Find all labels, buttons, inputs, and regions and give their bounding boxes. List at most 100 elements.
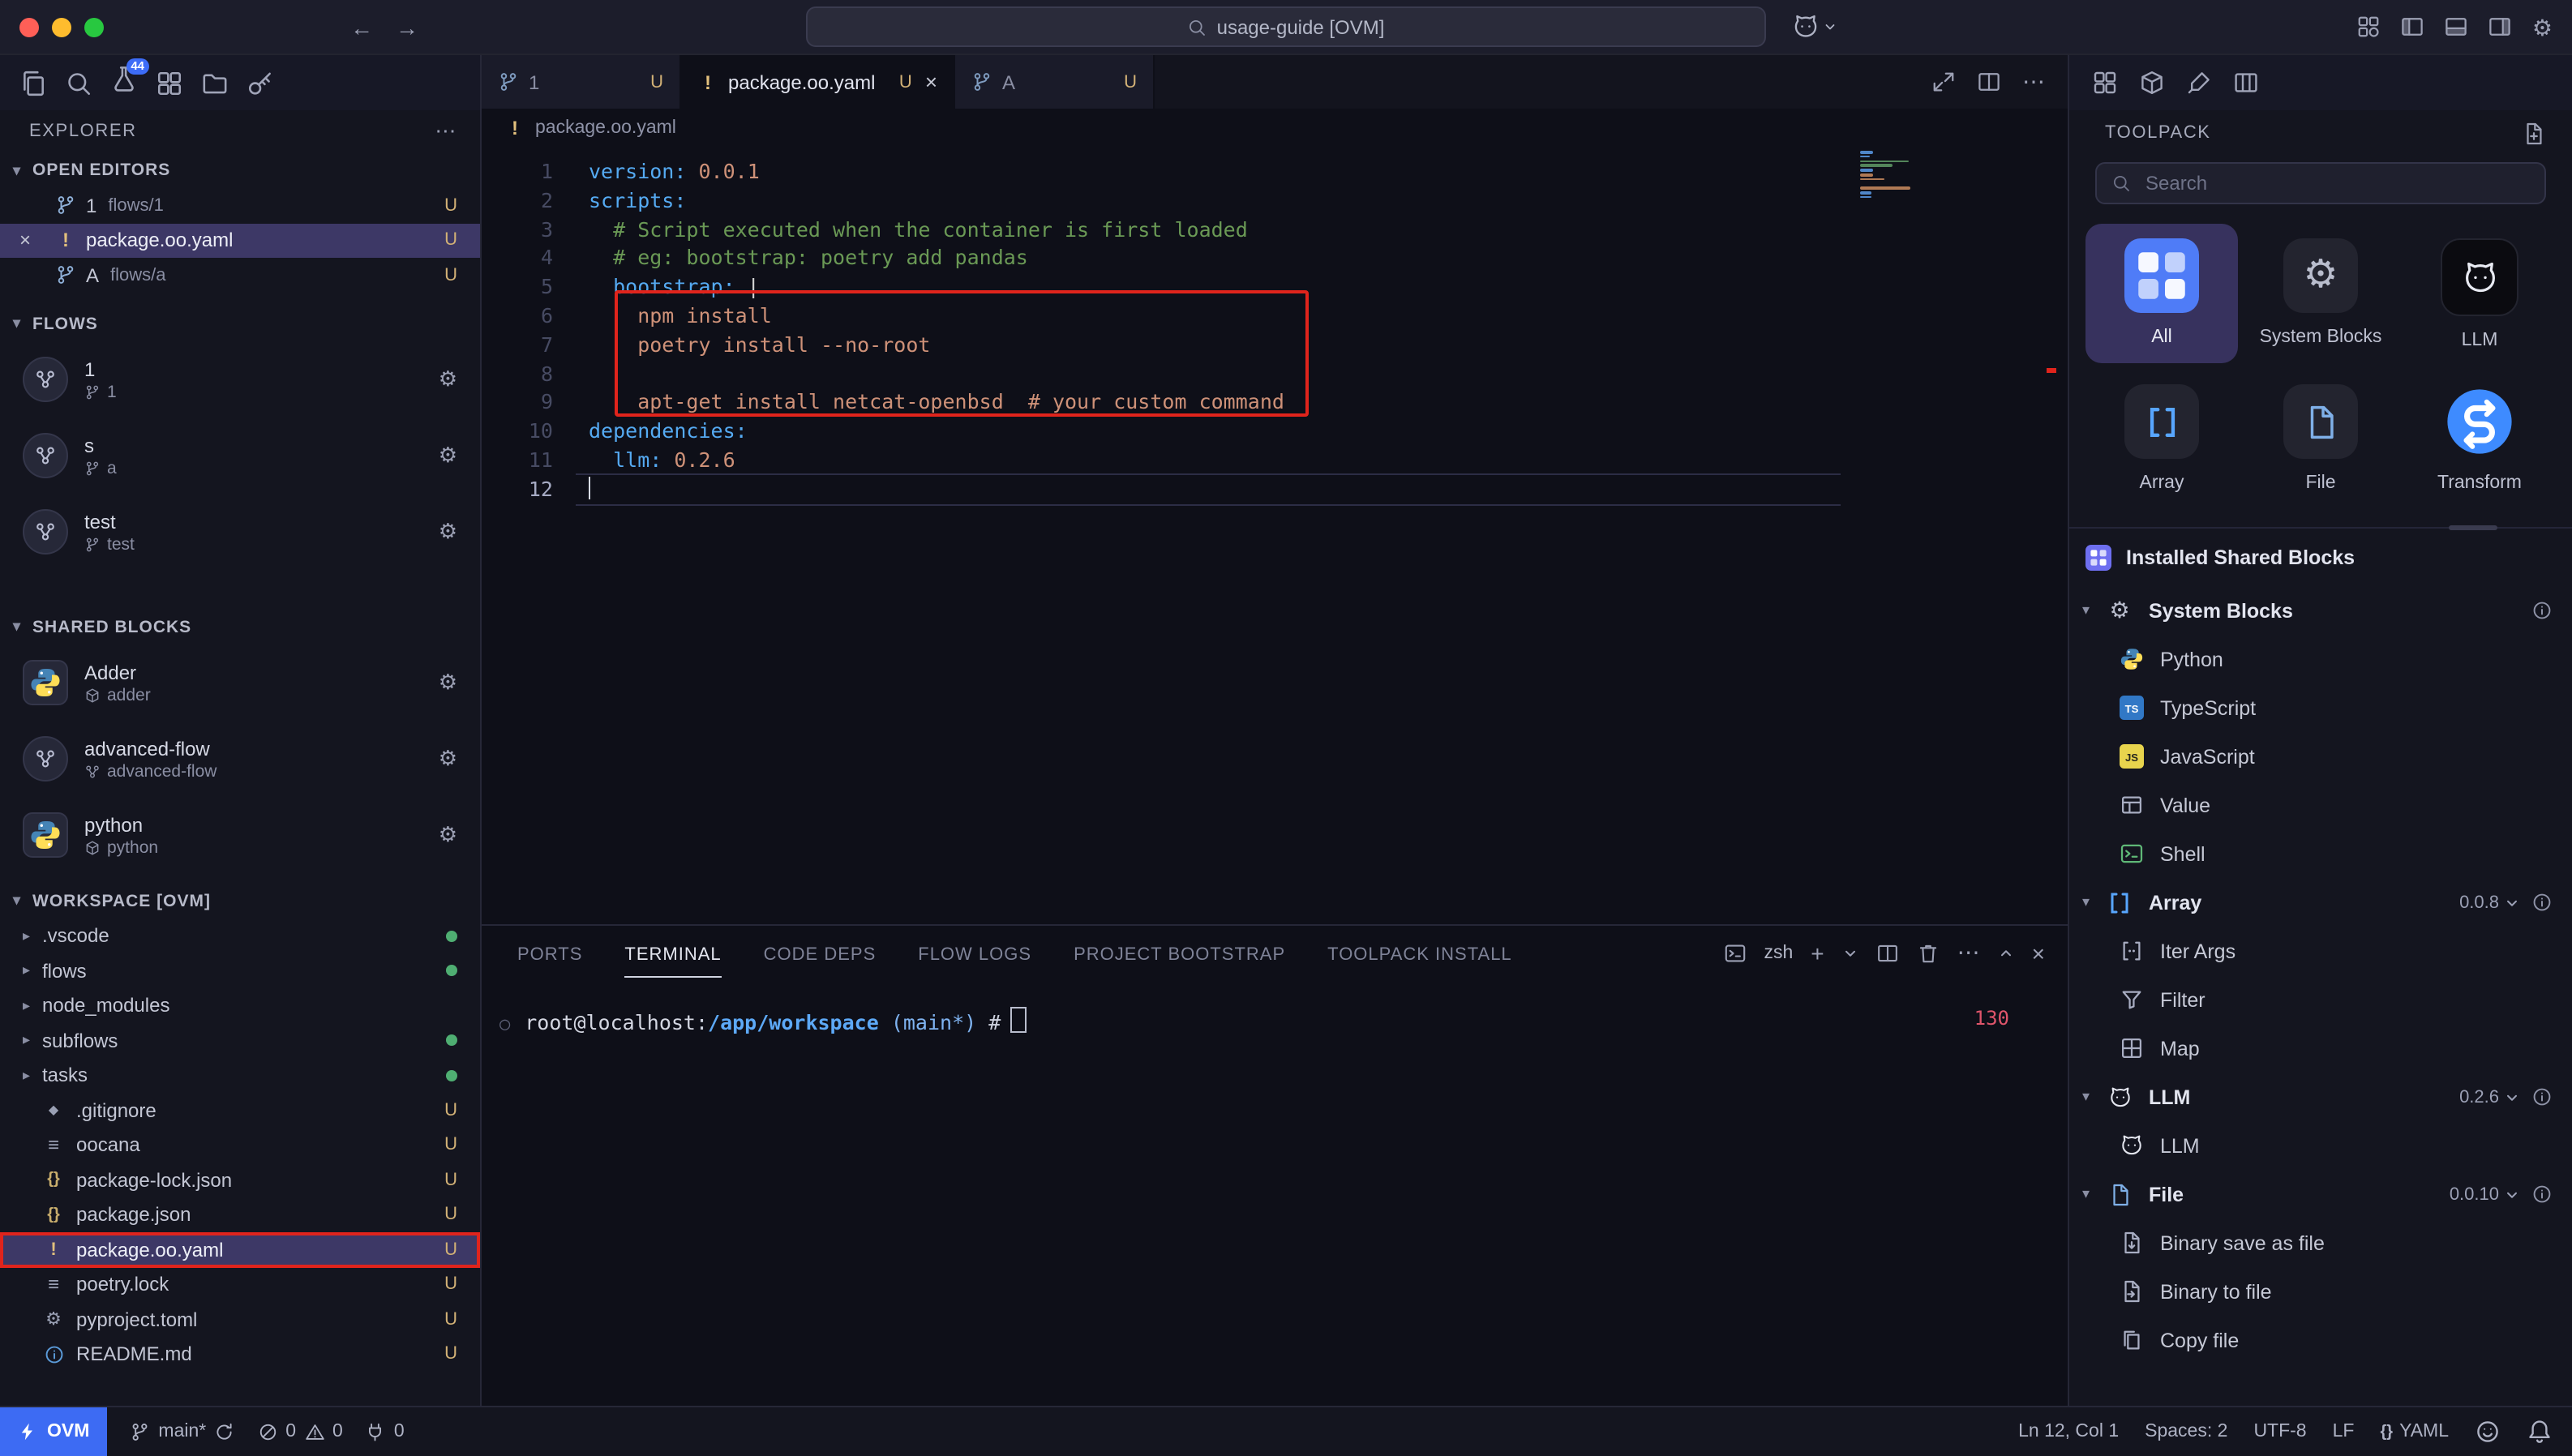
- tree-file-row[interactable]: ▸ ≡ poetry.lock U: [0, 1267, 480, 1302]
- settings-gear-icon[interactable]: ⚙: [439, 519, 457, 545]
- panel-tab-ports[interactable]: PORTS: [517, 931, 582, 976]
- nav-forward-icon[interactable]: →: [396, 14, 418, 40]
- more-actions-icon[interactable]: ⋯: [1957, 939, 1980, 966]
- block-item-copy-file[interactable]: Copy file: [2069, 1317, 2572, 1365]
- notifications-bell-icon[interactable]: [2527, 1419, 2553, 1445]
- tree-folder-row[interactable]: ▸ flows: [0, 953, 480, 988]
- split-terminal-icon[interactable]: [1876, 941, 1899, 964]
- block-group-system-blocks[interactable]: ▾ ⚙ System Blocks: [2069, 587, 2572, 636]
- toggle-right-panel-icon[interactable]: [2488, 15, 2513, 39]
- tree-folder-row[interactable]: ▸ node_modules: [0, 988, 480, 1023]
- flows-header[interactable]: ▾ FLOWS: [0, 306, 480, 341]
- editor-tab[interactable]: 1 U: [482, 55, 681, 109]
- info-icon[interactable]: [2531, 1087, 2553, 1108]
- settings-gear-icon[interactable]: ⚙: [439, 366, 457, 392]
- flow-item[interactable]: test test ⚙: [0, 494, 480, 570]
- feedback-icon[interactable]: [2475, 1419, 2501, 1445]
- version-dropdown[interactable]: 0.0.8: [2459, 893, 2520, 913]
- key-icon[interactable]: [246, 69, 274, 96]
- blocks-icon[interactable]: [2092, 70, 2118, 96]
- open-editor-item[interactable]: 1 flows/1 U: [0, 188, 480, 223]
- files-icon[interactable]: [19, 69, 47, 96]
- status-problems[interactable]: 0 0: [257, 1422, 343, 1442]
- open-editor-item[interactable]: A flows/a U: [0, 258, 480, 293]
- settings-gear-icon[interactable]: ⚙: [2532, 15, 2553, 38]
- block-item-typescript[interactable]: TS TypeScript: [2069, 684, 2572, 733]
- close-editor-icon[interactable]: ×: [19, 229, 31, 252]
- editor-tab[interactable]: A U: [955, 55, 1155, 109]
- status-indentation[interactable]: Spaces: 2: [2145, 1422, 2227, 1441]
- open-editor-item[interactable]: × ! package.oo.yaml U: [0, 223, 480, 258]
- status-eol[interactable]: LF: [2333, 1422, 2355, 1441]
- workspace-header[interactable]: ▾ WORKSPACE [OVM]: [0, 883, 480, 919]
- tree-file-row[interactable]: ▸ {} package-lock.json U: [0, 1163, 480, 1197]
- block-group-file[interactable]: ▾ File 0.0.10: [2069, 1171, 2572, 1219]
- tree-file-row[interactable]: ▸ ! package.oo.yaml U: [0, 1232, 480, 1267]
- version-dropdown[interactable]: 0.2.6: [2459, 1088, 2520, 1107]
- code-editor[interactable]: 1 version: 0.0.1 2 scripts: 3 # Script e…: [482, 148, 2068, 924]
- block-item-value[interactable]: Value: [2069, 782, 2572, 830]
- info-icon[interactable]: [2531, 1184, 2553, 1205]
- close-tab-icon[interactable]: ×: [925, 70, 937, 94]
- tree-file-row[interactable]: ▸ {} package.json U: [0, 1197, 480, 1232]
- settings-gear-icon[interactable]: ⚙: [439, 822, 457, 848]
- info-icon[interactable]: [2531, 893, 2553, 914]
- blocks-icon[interactable]: [156, 69, 183, 96]
- tree-folder-row[interactable]: ▸ tasks: [0, 1058, 480, 1093]
- toolpack-card-file[interactable]: File: [2244, 370, 2397, 507]
- new-terminal-icon[interactable]: +: [1811, 941, 1824, 964]
- tree-file-row[interactable]: ▸ README.md U: [0, 1337, 480, 1372]
- terminal[interactable]: ○root@localhost:/app/workspace (main*) #…: [482, 981, 2068, 1034]
- shared-blocks-header[interactable]: ▾ SHARED BLOCKS: [0, 609, 480, 644]
- shell-name[interactable]: zsh: [1764, 943, 1793, 962]
- toolpack-card-all[interactable]: All: [2085, 224, 2238, 364]
- tree-folder-row[interactable]: ▸ .vscode: [0, 919, 480, 953]
- split-editor-icon[interactable]: [1977, 70, 2001, 94]
- toolpack-card-array[interactable]: Array: [2085, 370, 2238, 507]
- status-ports[interactable]: 0: [366, 1422, 405, 1442]
- status-language[interactable]: {} YAML: [2380, 1422, 2449, 1441]
- toolpack-search-input[interactable]: [2142, 170, 2530, 196]
- panel-tab-project-bootstrap[interactable]: PROJECT BOOTSTRAP: [1074, 931, 1285, 976]
- toolpack-card-llm[interactable]: LLM: [2403, 224, 2556, 364]
- toggle-left-panel-icon[interactable]: [2401, 15, 2425, 39]
- chevron-down-icon[interactable]: [1842, 944, 1858, 961]
- flow-item[interactable]: 1 1 ⚙: [0, 341, 480, 418]
- tree-file-row[interactable]: ▸ ◆ .gitignore U: [0, 1093, 480, 1128]
- block-item-llm[interactable]: LLM: [2069, 1122, 2572, 1171]
- nav-back-icon[interactable]: ←: [350, 14, 373, 40]
- block-item-shell[interactable]: Shell: [2069, 830, 2572, 879]
- scrollbar-thumb[interactable]: [2449, 525, 2497, 530]
- block-group-llm[interactable]: ▾ LLM 0.2.6: [2069, 1073, 2572, 1122]
- block-item-iter-args[interactable]: Iter Args: [2069, 927, 2572, 976]
- status-branch[interactable]: main*: [130, 1422, 234, 1442]
- toolpack-search[interactable]: [2095, 162, 2546, 204]
- zoom-window-button[interactable]: [84, 17, 104, 36]
- settings-gear-icon[interactable]: ⚙: [439, 443, 457, 469]
- panel-tab-terminal[interactable]: TERMINAL: [624, 930, 721, 977]
- open-editors-header[interactable]: ▾ OPEN EDITORS: [0, 152, 480, 188]
- close-panel-icon[interactable]: ×: [2032, 941, 2045, 964]
- new-file-icon[interactable]: [2522, 121, 2546, 145]
- toggle-bottom-panel-icon[interactable]: [2445, 15, 2469, 39]
- flow-item[interactable]: s a ⚙: [0, 418, 480, 494]
- minimap[interactable]: [1860, 151, 1961, 205]
- package-icon[interactable]: [2139, 70, 2165, 96]
- block-item-filter[interactable]: Filter: [2069, 976, 2572, 1025]
- brush-icon[interactable]: [2186, 70, 2212, 96]
- shared-block-item[interactable]: Adder adder ⚙: [0, 644, 480, 721]
- settings-gear-icon[interactable]: ⚙: [439, 670, 457, 696]
- block-item-javascript[interactable]: JS JavaScript: [2069, 733, 2572, 782]
- columns-layout-icon[interactable]: [2233, 70, 2259, 96]
- panel-tab-toolpack-install[interactable]: TOOLPACK INSTALL: [1327, 931, 1512, 976]
- block-group-array[interactable]: ▾ Array 0.0.8: [2069, 879, 2572, 927]
- tree-file-row[interactable]: ▸ ⚙ pyproject.toml U: [0, 1302, 480, 1337]
- panel-tab-code-deps[interactable]: CODE DEPS: [764, 931, 877, 976]
- minimize-window-button[interactable]: [52, 17, 71, 36]
- shared-block-item[interactable]: python python ⚙: [0, 797, 480, 873]
- open-changes-icon[interactable]: [1931, 70, 1956, 94]
- command-center[interactable]: usage-guide [OVM]: [806, 6, 1766, 47]
- remote-indicator[interactable]: OVM: [0, 1407, 107, 1456]
- folder-icon[interactable]: [201, 69, 229, 96]
- block-item-python[interactable]: Python: [2069, 636, 2572, 684]
